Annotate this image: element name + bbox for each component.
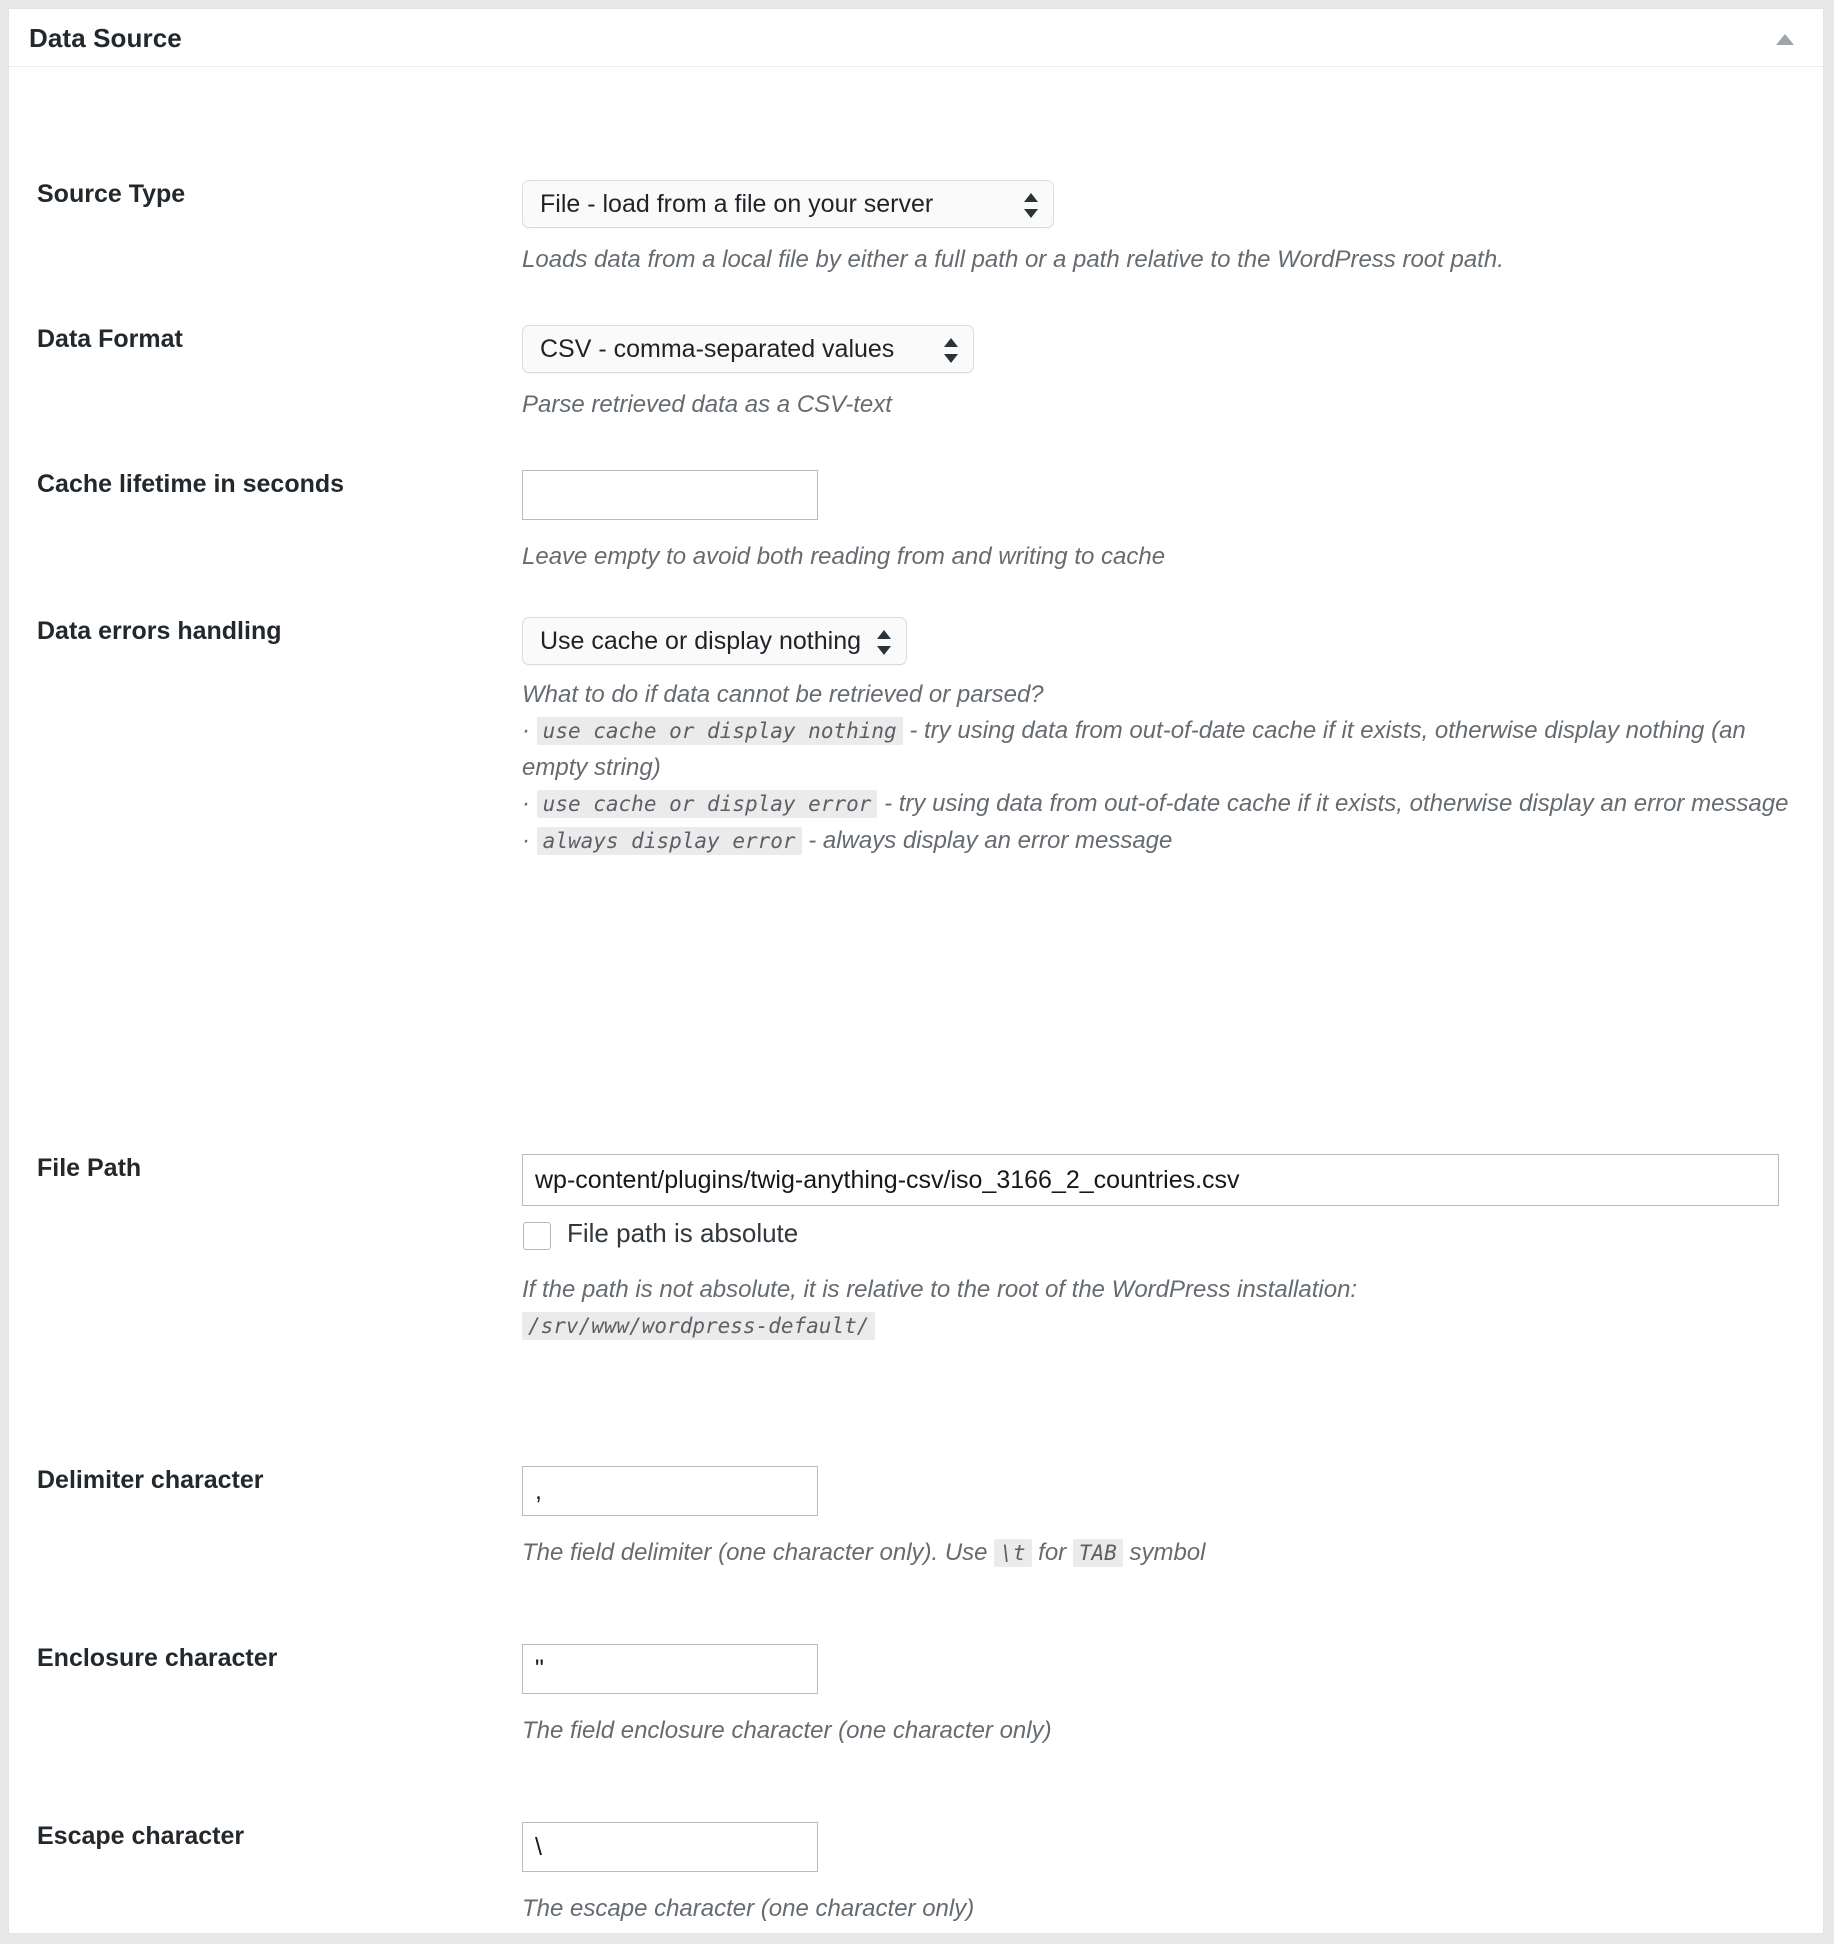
cache-lifetime-label: Cache lifetime in seconds	[37, 470, 345, 498]
escape-help: The escape character (one character only…	[522, 1895, 975, 1922]
file-path-label: File Path	[37, 1154, 142, 1182]
bullet-text: - try using data from out-of-date cache …	[877, 790, 1789, 818]
code-use-cache-or-display-nothing: use cache or display nothing	[536, 717, 903, 746]
source-type-help: Loads data from a local file by either a…	[522, 246, 1504, 273]
enclosure-help: The field enclosure character (one chara…	[522, 1717, 1052, 1744]
bullet-marker: ·	[522, 826, 530, 854]
source-type-select[interactable]: File - load from a file on your server	[522, 180, 1054, 228]
file-path-absolute-checkbox[interactable]	[523, 1222, 551, 1250]
data-format-label: Data Format	[37, 325, 183, 353]
bullet-text: - always display an error message	[801, 826, 1173, 854]
file-path-help-text: If the path is not absolute, it is relat…	[522, 1276, 1358, 1303]
delimiter-help: The field delimiter (one character only)…	[522, 1535, 1787, 1571]
delimiter-help-part1: The field delimiter (one character only)…	[522, 1539, 995, 1566]
escape-label: Escape character	[37, 1822, 245, 1850]
code-tab-escape: \t	[994, 1539, 1032, 1567]
collapse-panel-button[interactable]	[1765, 21, 1805, 55]
data-source-panel: Data Source Source Type File - load from…	[8, 8, 1824, 1934]
code-wordpress-root-path: /srv/www/wordpress-default/	[522, 1312, 876, 1341]
code-use-cache-or-display-error: use cache or display error	[536, 790, 878, 819]
code-always-display-error: always display error	[536, 826, 802, 855]
file-path-input[interactable]	[522, 1154, 1779, 1206]
data-format-value: CSV - comma-separated values	[540, 335, 895, 363]
cache-lifetime-help: Leave empty to avoid both reading from a…	[522, 543, 1166, 570]
triangle-up-icon	[1776, 34, 1794, 45]
data-format-help: Parse retrieved data as a CSV-text	[522, 391, 892, 418]
panel-header: Data Source	[9, 9, 1823, 67]
file-path-absolute-label[interactable]: File path is absolute	[567, 1218, 798, 1249]
cache-lifetime-input[interactable]	[522, 470, 818, 520]
data-errors-handling-help: What to do if data cannot be retrieved o…	[522, 677, 1792, 859]
data-errors-help-bullet-1: · use cache or display nothing - try usi…	[522, 713, 1792, 786]
select-arrows-icon	[876, 630, 892, 655]
file-path-help: If the path is not absolute, it is relat…	[522, 1272, 1432, 1345]
source-type-label: Source Type	[37, 180, 186, 208]
bullet-marker: ·	[522, 717, 530, 745]
delimiter-help-part2: for	[1031, 1539, 1073, 1566]
file-path-absolute-row: File path is absolute	[522, 1218, 1793, 1256]
bullet-marker: ·	[522, 790, 530, 818]
delimiter-input[interactable]	[522, 1466, 818, 1516]
select-arrows-icon	[1023, 193, 1039, 218]
enclosure-input[interactable]	[522, 1644, 818, 1694]
delimiter-label: Delimiter character	[37, 1466, 264, 1494]
data-format-select[interactable]: CSV - comma-separated values	[522, 325, 974, 373]
delimiter-help-part3: symbol	[1122, 1539, 1206, 1566]
code-tab: TAB	[1072, 1539, 1123, 1567]
data-errors-handling-label: Data errors handling	[37, 617, 282, 645]
enclosure-label: Enclosure character	[37, 1644, 278, 1672]
data-errors-handling-value: Use cache or display nothing	[540, 627, 862, 655]
data-errors-handling-select[interactable]: Use cache or display nothing	[522, 617, 907, 665]
select-arrows-icon	[943, 338, 959, 363]
source-type-value: File - load from a file on your server	[540, 190, 934, 218]
data-errors-help-bullet-2: · use cache or display error - try using…	[522, 786, 1792, 822]
data-errors-help-bullet-3: · always display error - always display …	[522, 823, 1792, 859]
data-errors-help-intro: What to do if data cannot be retrieved o…	[522, 681, 1044, 708]
escape-input[interactable]	[522, 1822, 818, 1872]
page-title: Data Source	[29, 23, 182, 53]
